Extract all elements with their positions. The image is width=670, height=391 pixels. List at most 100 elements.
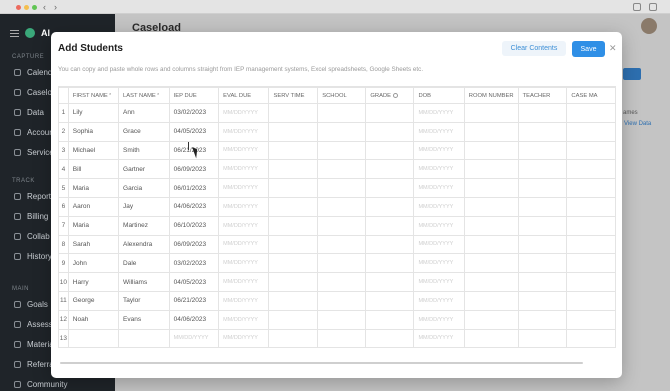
grid-cell[interactable] [566, 309, 616, 330]
forward-arrow-icon[interactable]: › [54, 2, 57, 12]
view-data-link[interactable]: View Data [624, 121, 651, 127]
grid-cell[interactable] [517, 290, 568, 311]
grid-cell[interactable] [463, 215, 519, 236]
horizontal-scrollbar[interactable] [60, 362, 583, 364]
grid-cell[interactable] [317, 159, 367, 180]
last-name-cell[interactable]: Ann [118, 103, 170, 123]
iep-due-cell[interactable]: MM/DD/YYYY [168, 328, 220, 349]
first-name-cell[interactable]: Maria [67, 178, 120, 198]
grid-cell[interactable] [268, 272, 319, 292]
grid-cell[interactable] [317, 140, 367, 161]
grid-cell[interactable] [317, 253, 367, 274]
grid-cell[interactable] [268, 103, 319, 123]
sidebar-item[interactable]: Assess [14, 320, 53, 329]
column-header[interactable]: IEP DUE [168, 87, 220, 104]
eval-due-cell[interactable]: MM/DD/YYYY [218, 140, 270, 161]
grid-cell[interactable] [517, 253, 568, 274]
grid-cell[interactable] [463, 121, 519, 142]
column-header[interactable]: ROOM NUMBER [463, 87, 519, 104]
grid-cell[interactable] [365, 272, 415, 292]
grid-cell[interactable] [317, 121, 367, 142]
first-name-cell[interactable]: Sophia [67, 121, 120, 142]
dob-cell[interactable]: MM/DD/YYYY [413, 196, 465, 217]
last-name-cell[interactable] [118, 328, 170, 349]
grid-cell[interactable] [463, 178, 519, 198]
share-icon[interactable] [633, 3, 641, 11]
column-header[interactable]: DOB [413, 87, 465, 104]
eval-due-cell[interactable]: MM/DD/YYYY [218, 309, 270, 330]
last-name-cell[interactable]: Taylor [118, 290, 170, 311]
sidebar-item[interactable]: Reports [14, 192, 55, 201]
grid-cell[interactable] [463, 309, 519, 330]
grid-cell[interactable] [463, 272, 519, 292]
column-header[interactable]: CASE MA [566, 87, 616, 104]
window-minimize-dot[interactable] [24, 5, 29, 10]
grid-cell[interactable] [268, 328, 319, 349]
last-name-cell[interactable]: Garcia [118, 178, 170, 198]
dob-cell[interactable]: MM/DD/YYYY [413, 178, 465, 198]
grid-cell[interactable] [268, 159, 319, 180]
grid-cell[interactable] [566, 290, 616, 311]
grid-cell[interactable] [268, 121, 319, 142]
grid-cell[interactable] [365, 328, 415, 349]
grid-cell[interactable] [566, 103, 616, 123]
grid-cell[interactable] [517, 121, 568, 142]
grid-cell[interactable] [365, 140, 415, 161]
first-name-cell[interactable]: Noah [67, 309, 120, 330]
grid-cell[interactable] [566, 121, 616, 142]
grid-cell[interactable] [365, 103, 415, 123]
grid-cell[interactable] [365, 253, 415, 274]
avatar[interactable] [641, 18, 657, 34]
close-icon[interactable]: ✕ [609, 43, 617, 53]
dob-cell[interactable]: MM/DD/YYYY [413, 272, 465, 292]
last-name-cell[interactable]: Smith [118, 140, 170, 161]
grid-cell[interactable] [566, 328, 616, 349]
grid-cell[interactable] [517, 215, 568, 236]
grid-cell[interactable] [317, 290, 367, 311]
grid-cell[interactable] [517, 103, 568, 123]
dob-cell[interactable]: MM/DD/YYYY [413, 253, 465, 274]
grid-cell[interactable] [463, 103, 519, 123]
first-name-cell[interactable]: Maria [67, 215, 120, 236]
last-name-cell[interactable]: Gartner [118, 159, 170, 180]
dob-cell[interactable]: MM/DD/YYYY [413, 234, 465, 255]
iep-due-cell[interactable]: 06/21/2023 [168, 290, 220, 311]
sidebar-item[interactable]: Billing [14, 212, 48, 221]
eval-due-cell[interactable]: MM/DD/YYYY [218, 178, 270, 198]
tabs-icon[interactable] [649, 3, 657, 11]
grid-cell[interactable] [566, 140, 616, 161]
grid-cell[interactable] [317, 328, 367, 349]
sidebar-item[interactable]: History [14, 252, 52, 261]
eval-due-cell[interactable]: MM/DD/YYYY [218, 272, 270, 292]
eval-due-cell[interactable]: MM/DD/YYYY [218, 215, 270, 236]
grid-cell[interactable] [365, 309, 415, 330]
grid-cell[interactable] [268, 309, 319, 330]
dob-cell[interactable]: MM/DD/YYYY [413, 121, 465, 142]
grid-cell[interactable] [566, 215, 616, 236]
grid-cell[interactable] [365, 159, 415, 180]
iep-due-cell[interactable]: 04/05/2023 [168, 272, 220, 292]
grid-cell[interactable] [365, 234, 415, 255]
iep-due-cell[interactable]: 03/02/2023 [168, 103, 220, 123]
grid-cell[interactable] [268, 140, 319, 161]
column-header[interactable]: TEACHER [517, 87, 568, 104]
grid-cell[interactable] [566, 178, 616, 198]
eval-due-cell[interactable]: MM/DD/YYYY [218, 103, 270, 123]
iep-due-cell[interactable]: 06/01/2023 [168, 178, 220, 198]
grid-cell[interactable] [365, 121, 415, 142]
column-header[interactable]: LAST NAME * [118, 87, 170, 104]
grid-cell[interactable] [517, 328, 568, 349]
grid-cell[interactable] [268, 253, 319, 274]
grid-cell[interactable] [517, 196, 568, 217]
first-name-cell[interactable]: Lily [67, 103, 120, 123]
sidebar-item[interactable]: Data [14, 108, 44, 117]
eval-due-cell[interactable]: MM/DD/YYYY [218, 290, 270, 311]
first-name-cell[interactable]: Harry [67, 272, 120, 292]
iep-due-cell[interactable]: 06/09/2023 [168, 159, 220, 180]
sidebar-item[interactable]: Goals [14, 300, 48, 309]
eval-due-cell[interactable]: MM/DD/YYYY [218, 159, 270, 180]
grid-cell[interactable] [517, 178, 568, 198]
grid-cell[interactable] [317, 178, 367, 198]
dob-cell[interactable]: MM/DD/YYYY [413, 103, 465, 123]
grid-cell[interactable] [268, 234, 319, 255]
